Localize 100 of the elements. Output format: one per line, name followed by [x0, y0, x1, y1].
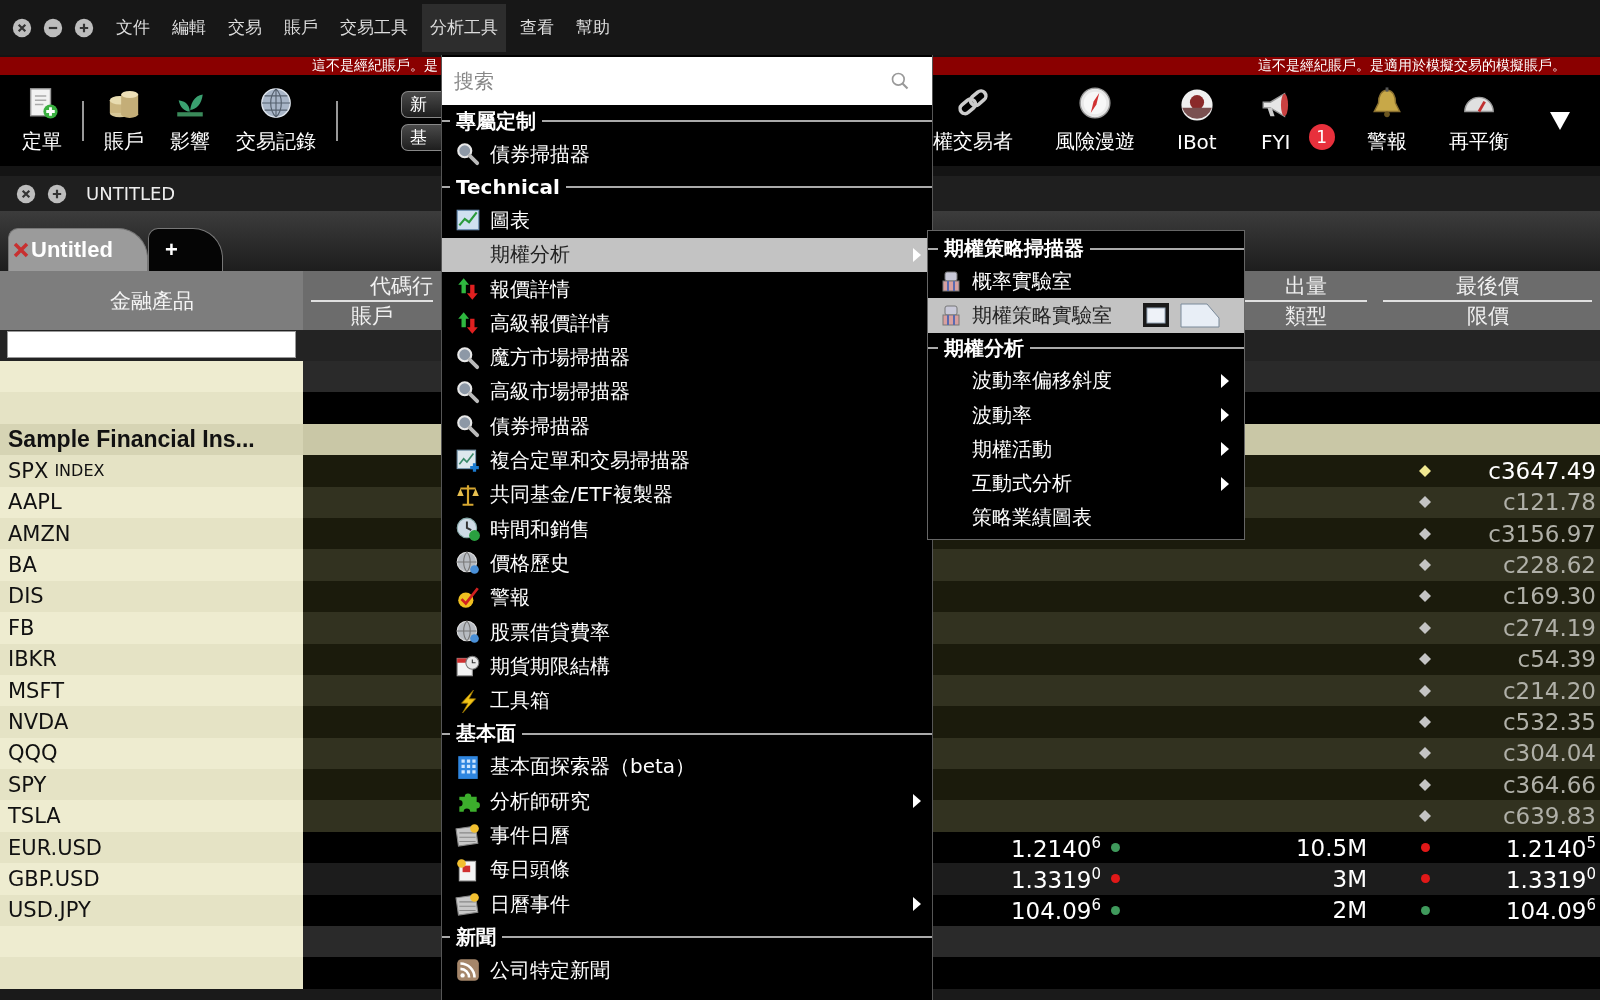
filter-field[interactable]	[7, 331, 296, 358]
last-price: c54.39	[1516, 646, 1596, 673]
menu-title[interactable]: 交易工具	[332, 3, 416, 52]
column-header[interactable]: 最後價	[1416, 272, 1559, 300]
clock-icon	[455, 516, 481, 543]
last-price: c228.62	[1501, 552, 1596, 579]
minimize-icon[interactable]	[43, 17, 63, 38]
figure-icon	[939, 303, 963, 328]
menu-item[interactable]: 事件日曆	[442, 818, 932, 853]
table-cell: AMZN	[0, 517, 303, 550]
table-cell: SPX INDEX	[0, 455, 303, 487]
toolbar-button[interactable]: 再平衡	[1438, 86, 1519, 155]
menu-item[interactable]: 圖表	[442, 203, 932, 238]
menu-title[interactable]: 幫助	[568, 3, 618, 52]
arrows-icon	[455, 276, 481, 303]
size-value: 10.5M	[1295, 834, 1367, 861]
last-price: c364.66	[1501, 771, 1596, 798]
column-header[interactable]: 出量	[1245, 272, 1367, 300]
toolbar-button[interactable]: 交易記錄	[226, 86, 326, 155]
last-price: c639.83	[1501, 803, 1596, 830]
tab[interactable]: +	[147, 228, 223, 271]
toolbar-button[interactable]: FYI	[1248, 87, 1303, 154]
building-icon	[455, 753, 481, 780]
menu-title[interactable]: 賬戶	[276, 3, 326, 52]
rss-icon	[455, 957, 481, 984]
close-icon[interactable]	[16, 183, 36, 204]
menu-title[interactable]: 文件	[108, 3, 158, 52]
menu-title[interactable]: 交易	[220, 3, 270, 52]
search-field[interactable]: 搜索	[442, 57, 932, 105]
column-header[interactable]: 類型	[1245, 302, 1367, 330]
menu-title[interactable]: 查看	[512, 3, 562, 52]
menu-item[interactable]: 價格歷史	[442, 546, 932, 581]
menu-item[interactable]: 工具箱	[442, 683, 932, 718]
chart-icon	[455, 447, 481, 474]
submenu-arrow-icon	[912, 793, 922, 810]
group-header: Sample Financial Ins...	[0, 423, 303, 456]
maximize-icon[interactable]	[74, 17, 94, 38]
toolbar-button[interactable]: 風險漫遊	[1045, 86, 1145, 155]
menu-item[interactable]: 期權策略實驗室	[928, 298, 1244, 333]
magnifier-icon	[455, 413, 481, 440]
menu-item[interactable]: 波動率	[928, 397, 1244, 433]
toolbar-button[interactable]: 新	[401, 90, 441, 118]
magnifier-icon	[455, 378, 481, 405]
compass-icon	[1078, 86, 1112, 120]
menu-item[interactable]: 每日頭條	[442, 852, 932, 887]
menu-item[interactable]: 互動式分析	[928, 466, 1244, 501]
bid-price: 104.09$^{6}$	[1010, 896, 1101, 925]
last-price: c169.30	[1501, 583, 1596, 610]
bid-price: 1.3319$^{0}$	[1010, 864, 1101, 893]
toolbar-button[interactable]: 權交易者	[933, 86, 1023, 155]
column-header[interactable]: 代碼行	[370, 272, 433, 300]
close-icon[interactable]	[12, 17, 32, 38]
toolbar-button[interactable]: 賬戶	[94, 86, 154, 155]
toolbar-button[interactable]: 定單	[12, 86, 72, 155]
last-price: 104.09$^{6}$	[1504, 896, 1596, 925]
table-cell: USD.JPY	[0, 894, 303, 927]
toolbar-button[interactable]: 警報	[1356, 86, 1417, 155]
arrows-icon	[455, 310, 481, 337]
caret-icon[interactable]	[1548, 110, 1571, 131]
menu-item[interactable]: 分析師研究	[442, 784, 932, 819]
submenu-arrow-icon	[1220, 441, 1230, 458]
menu-item[interactable]: 股票借貸費率	[442, 614, 932, 650]
menu-item[interactable]: 債券掃描器	[442, 137, 932, 172]
menu-item[interactable]: 日曆事件	[442, 886, 932, 922]
last-price: c532.35	[1501, 709, 1596, 735]
menu-title[interactable]: 編輯	[164, 3, 214, 52]
calendar-icon	[455, 891, 481, 918]
menu-item[interactable]: 策略業績圖表	[928, 500, 1244, 536]
table-cell: NVDA	[0, 706, 303, 738]
last-price: c121.78	[1501, 489, 1596, 516]
circle-icon	[1179, 87, 1214, 122]
submenu-arrow-icon	[912, 246, 922, 263]
toolbar-button[interactable]: 基	[401, 123, 441, 151]
maximize-icon[interactable]	[47, 183, 67, 204]
menu-item[interactable]: 期貨期限結構	[442, 649, 932, 684]
column-header[interactable]: 金融產品	[0, 271, 303, 330]
menu-item[interactable]: 波動率偏移斜度	[928, 363, 1244, 398]
magnifier-icon	[455, 141, 481, 168]
menu-item[interactable]: 警報	[442, 580, 932, 615]
window-title: UNTITLED	[86, 183, 176, 204]
column-header[interactable]: 賬戶	[311, 302, 433, 330]
menu-item[interactable]: 期權活動	[928, 432, 1244, 467]
notification-badge: 1	[1308, 124, 1335, 150]
last-price: c274.19	[1501, 614, 1596, 641]
toolbar-button[interactable]: 影響	[160, 86, 220, 155]
last-price: c304.04	[1501, 740, 1596, 767]
banner-text: 這不是經紀賬戶。是適用於模擬交易的模擬賬戶。	[1258, 57, 1567, 75]
table-cell: GBP.USD	[0, 863, 303, 895]
table-cell: FB	[0, 612, 303, 644]
magnifier-icon	[455, 344, 481, 371]
table-cell: QQQ	[0, 737, 303, 770]
column-header[interactable]: 限價	[1426, 302, 1549, 330]
menu-item[interactable]: 基本面探索器（beta）	[442, 749, 932, 785]
toolbar-button[interactable]: IBot	[1167, 87, 1227, 154]
table-cell: SPY	[0, 769, 303, 801]
last-price: c3156.97	[1487, 520, 1596, 547]
window-icon[interactable]	[1142, 302, 1170, 329]
table-cell: MSFT	[0, 674, 303, 707]
menu-title[interactable]: 分析工具	[422, 3, 506, 52]
menu-item[interactable]: 公司特定新聞	[442, 953, 932, 988]
